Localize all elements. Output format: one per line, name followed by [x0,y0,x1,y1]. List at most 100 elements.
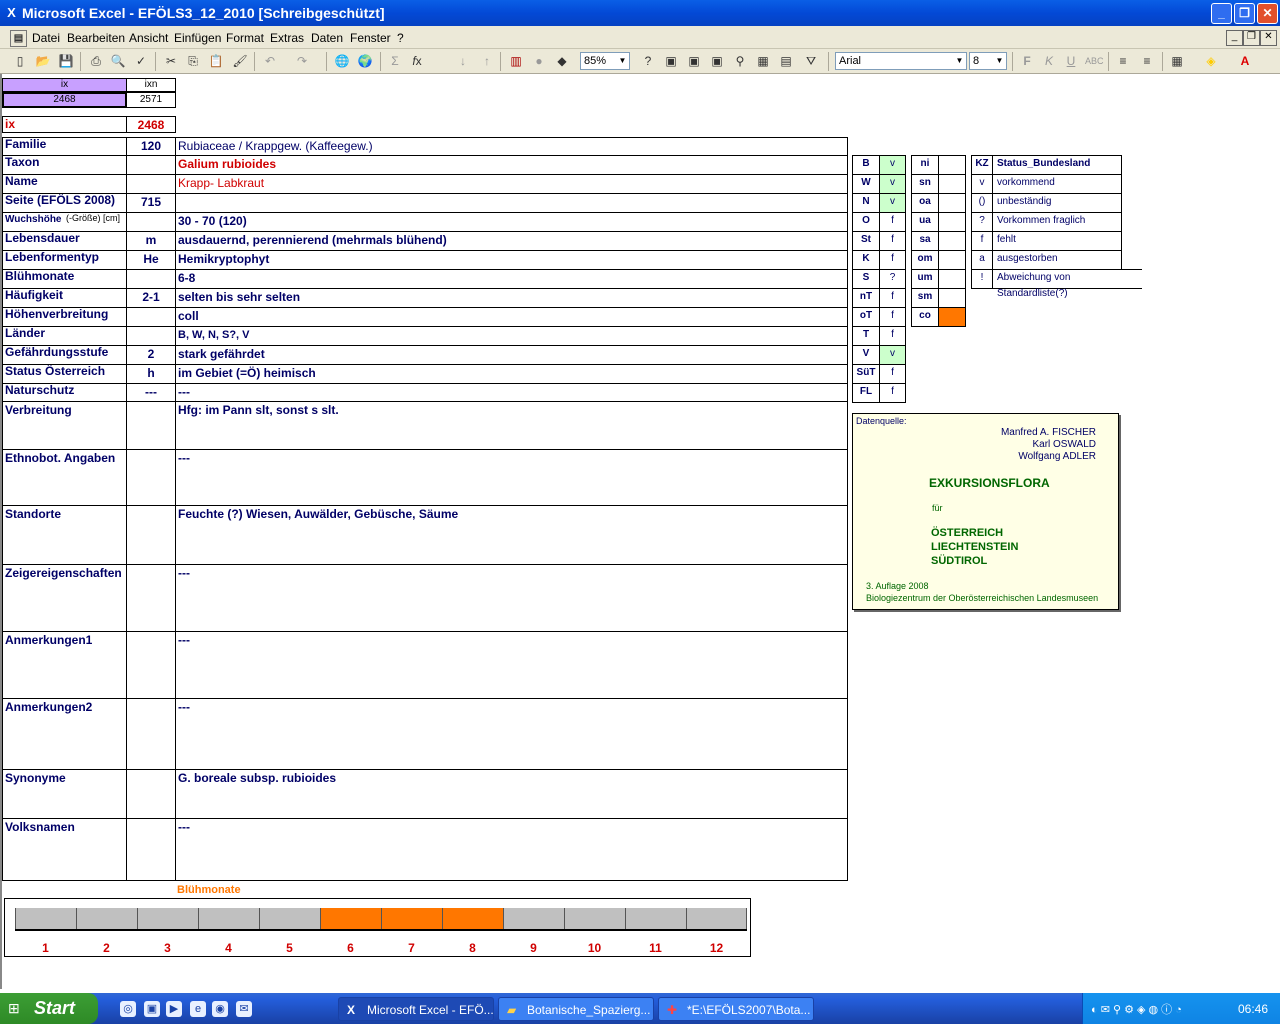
underline-icon[interactable]: U [1063,53,1079,69]
task-editor[interactable]: ✚ *E:\EFÖLS2007\Bota... [658,997,814,1021]
menu-datei[interactable]: Datei [32,31,60,45]
autofilter-icon[interactable]: ⛛ [803,53,819,69]
zoom-select[interactable]: 85% ▼ [580,52,630,70]
sort-desc-icon[interactable]: ↑ [479,53,495,69]
spellcheck-icon[interactable]: ✓ [133,53,149,69]
copy-icon[interactable]: ⎘ [185,53,201,69]
function-icon[interactable]: fx [409,53,425,69]
print-icon[interactable]: ⎙ [88,53,104,69]
doc-restore-button[interactable]: ❐ [1243,30,1260,46]
font-color-icon[interactable]: A [1237,53,1253,69]
altitude-value[interactable] [938,250,966,270]
firefox-icon[interactable]: ◉ [212,1001,228,1017]
state-value[interactable]: f [879,231,906,251]
text-row-code[interactable] [126,818,176,881]
row-code[interactable] [126,326,176,346]
row-code[interactable] [126,269,176,289]
altitude-value[interactable] [938,155,966,175]
menu-ansicht[interactable]: Ansicht [129,31,168,45]
menu-bearbeiten[interactable]: Bearbeiten [67,31,125,45]
align-left-icon[interactable]: ≡ [1115,53,1131,69]
strikethrough-icon[interactable]: ABC [1085,53,1104,69]
redo-icon[interactable]: ↷ [294,53,310,69]
text-row-value[interactable]: Hfg: im Pann slt, sonst s slt. [175,401,848,450]
row-value[interactable]: B, W, N, S?, V [175,326,848,346]
close-button[interactable]: ✕ [1257,3,1278,24]
menu-extras[interactable]: Extras [270,31,304,45]
chart-wizard-icon[interactable]: ▥ [508,53,524,69]
menu-fenster[interactable]: Fenster [350,31,391,45]
row-code[interactable]: m [126,231,176,251]
menu-daten[interactable]: Daten [311,31,343,45]
text-row-code[interactable] [126,401,176,450]
state-value[interactable]: f [879,307,906,327]
row-code[interactable] [126,307,176,327]
task-excel[interactable]: X Microsoft Excel - EFÖ... [338,997,494,1021]
open-icon[interactable]: 📂 [35,53,51,69]
row-value[interactable]: im Gebiet (=Ö) heimisch [175,364,848,384]
calculator-icon[interactable]: ▤ [778,53,794,69]
altitude-value[interactable] [938,231,966,251]
tray-icons[interactable]: ◐ ✉ ⚲ ⚙ ◈ ◍ ⓘ ◔ [1091,1001,1182,1017]
row-value[interactable]: coll [175,307,848,327]
row-code[interactable] [126,155,176,175]
row-value[interactable]: Rubiaceae / Krappgew. (Kaffeegew.) [175,137,848,156]
row-value[interactable]: 30 - 70 (120) [175,212,848,232]
state-value[interactable]: v [879,345,906,365]
tool-icon-a[interactable]: ▣ [663,53,679,69]
state-value[interactable]: f [879,288,906,308]
row-value[interactable]: stark gefährdet [175,345,848,365]
bold-icon[interactable]: F [1019,53,1035,69]
font-size-select[interactable]: 8 ▼ [969,52,1007,70]
text-row-code[interactable] [126,698,176,770]
text-row-code[interactable] [126,505,176,565]
new-icon[interactable]: ▯ [12,53,28,69]
save-icon[interactable]: 💾 [58,53,74,69]
text-row-code[interactable] [126,564,176,632]
menu-help[interactable]: ? [397,31,404,45]
menu-einfuegen[interactable]: Einfügen [174,31,221,45]
undo-icon[interactable]: ↶ [262,53,278,69]
state-value[interactable]: v [879,155,906,175]
print-preview-icon[interactable]: 🔍 [110,53,126,69]
state-value[interactable]: f [879,326,906,346]
drawing-icon[interactable]: ◆ [554,53,570,69]
insert-hyperlink-icon[interactable]: 🌐 [334,53,350,69]
binoculars-icon[interactable]: ⚲ [732,53,748,69]
row-code[interactable]: 120 [126,137,176,156]
row-code[interactable]: 2-1 [126,288,176,308]
row-value[interactable]: --- [175,383,848,402]
ie-icon[interactable]: e [190,1001,206,1017]
state-value[interactable]: f [879,364,906,384]
altitude-value[interactable] [938,174,966,194]
fill-color-icon[interactable]: ◈ [1203,53,1219,69]
text-row-code[interactable] [126,769,176,819]
doc-close-button[interactable]: ✕ [1260,30,1277,46]
minimize-button[interactable]: _ [1211,3,1232,24]
text-row-value[interactable]: Feuchte (?) Wiesen, Auwälder, Gebüsche, … [175,505,848,565]
menu-format[interactable]: Format [226,31,264,45]
font-select[interactable]: Arial ▼ [835,52,967,70]
restore-button[interactable]: ❐ [1234,3,1255,24]
clock[interactable]: 06:46 [1238,1002,1268,1016]
state-value[interactable]: f [879,383,906,403]
altitude-value[interactable] [938,288,966,308]
state-value[interactable]: f [879,212,906,232]
altitude-value[interactable] [938,193,966,213]
row-value[interactable]: Galium rubioides [175,155,848,175]
text-row-code[interactable] [126,631,176,699]
cut-icon[interactable]: ✂ [163,53,179,69]
row-value[interactable]: selten bis sehr selten [175,288,848,308]
text-row-value[interactable]: --- [175,564,848,632]
altitude-value[interactable] [938,269,966,289]
state-value[interactable]: ? [879,269,906,289]
text-row-code[interactable] [126,449,176,506]
paste-icon[interactable]: 📋 [208,53,224,69]
quicklaunch-icon-3[interactable]: ✉ [236,1001,252,1017]
borders-icon[interactable]: ▦ [1169,53,1185,69]
state-value[interactable]: v [879,174,906,194]
text-row-value[interactable]: --- [175,449,848,506]
media-player-icon[interactable]: ▶ [166,1001,182,1017]
text-row-value[interactable]: --- [175,818,848,881]
help-icon[interactable]: ? [640,53,656,69]
